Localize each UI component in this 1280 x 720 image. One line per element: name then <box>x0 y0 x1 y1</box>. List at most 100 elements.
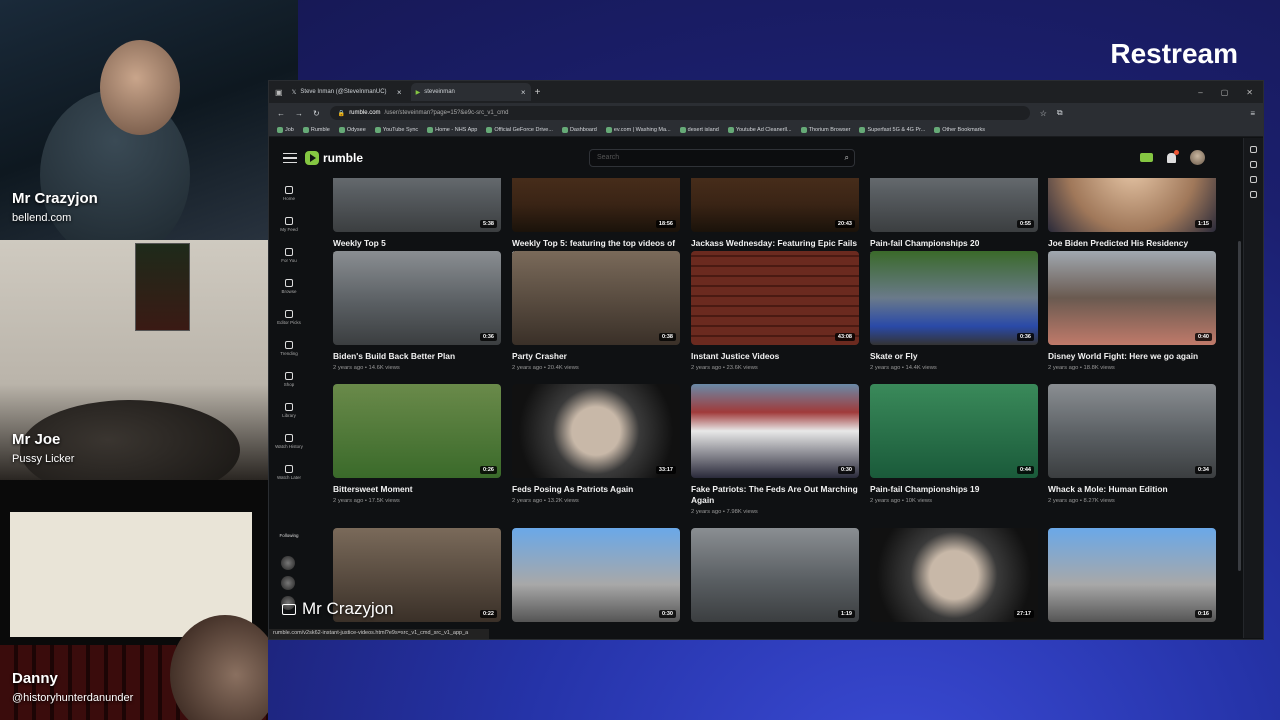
video-card[interactable]: 0:26 Bittersweet Moment 2 years ago • 17.5… <box>333 384 501 504</box>
sidebar-item[interactable]: For You <box>269 240 309 271</box>
forward-icon[interactable]: → <box>295 109 303 118</box>
tab-rumble[interactable]: ▶ steveinman × <box>410 83 531 101</box>
video-thumbnail[interactable]: 1:19 <box>691 528 859 622</box>
video-thumbnail[interactable]: 0:34 <box>1048 384 1216 478</box>
video-thumbnail[interactable]: 0:55 <box>870 178 1038 232</box>
video-card[interactable]: 0:40 Disney World Fight: Here we go again… <box>1048 251 1216 371</box>
video-card[interactable]: 0:30 <box>512 528 680 628</box>
video-title[interactable]: Instant Justice Videos <box>691 351 859 362</box>
sidebar-item[interactable]: My Feed <box>269 209 309 240</box>
sidebar-item[interactable]: Shop <box>269 364 309 395</box>
video-thumbnail[interactable]: 0:26 <box>333 384 501 478</box>
video-card[interactable]: 0:30 Fake Patriots: The Feds Are Out Marc… <box>691 384 859 515</box>
sidebar-item[interactable]: Watch Later <box>269 457 309 488</box>
close-tab-icon[interactable]: × <box>397 88 402 97</box>
new-tab-button[interactable]: + <box>535 87 541 98</box>
bookmark-item[interactable]: Home - NHS App <box>427 126 477 133</box>
sidebar-item[interactable]: Trending <box>269 333 309 364</box>
panel-icon-1[interactable] <box>1250 146 1257 153</box>
video-thumbnail[interactable]: 0:30 <box>691 384 859 478</box>
sidebar-item[interactable]: Home <box>269 178 309 209</box>
video-thumbnail[interactable]: 0:40 <box>1048 251 1216 345</box>
bookmark-item[interactable]: Superfast 5G & 4G Pr... <box>859 126 925 133</box>
search-input[interactable]: Search ⌕ <box>589 149 855 167</box>
rumble-logo[interactable]: rumble <box>305 151 363 165</box>
video-card[interactable]: 5:38Weekly Top 52 years ago • 3.92K view… <box>333 178 501 258</box>
video-title[interactable]: Whack a Mole: Human Edition <box>1048 484 1216 495</box>
sidebar-item[interactable]: Browse <box>269 271 309 302</box>
bookmark-item[interactable]: Other Bookmarks <box>934 126 985 133</box>
scrollbar[interactable] <box>1238 241 1241 571</box>
tab-steve-inman-x[interactable]: 𝕏 Steve Inman (@SteveInmanUC) × <box>287 83 407 101</box>
bookmark-item[interactable]: ev.com | Washing Ma... <box>605 126 671 133</box>
close-window-icon[interactable]: ✕ <box>1246 88 1253 97</box>
bookmark-item[interactable]: YouTube Sync <box>374 126 418 133</box>
reload-icon[interactable]: ↻ <box>313 109 320 118</box>
video-thumbnail[interactable]: 43:08 <box>691 251 859 345</box>
video-title[interactable]: Fake Patriots: The Feds Are Out Marching… <box>691 484 859 506</box>
bookmark-item[interactable]: Thorium Browser <box>800 126 850 133</box>
bookmark-item[interactable]: Dashboard <box>561 126 597 133</box>
bookmark-item[interactable]: Job <box>277 126 294 133</box>
video-card[interactable]: 0:44 Pain-fail Championships 19 2 years ag… <box>870 384 1038 504</box>
video-title[interactable]: Weekly Top 5 <box>333 238 501 249</box>
bookmark-item[interactable]: Odysee <box>338 126 366 133</box>
bookmark-item[interactable]: Official GeForce Drive... <box>486 126 553 133</box>
video-title[interactable]: Pain-fail Championships 19 <box>870 484 1038 495</box>
video-title[interactable]: Party Crasher <box>512 351 680 362</box>
video-card[interactable]: 0:34 Whack a Mole: Human Edition 2 years a… <box>1048 384 1216 504</box>
video-title[interactable]: Joe Biden Predicted His Residency <box>1048 238 1216 249</box>
search-icon[interactable]: ⌕ <box>845 153 849 163</box>
following-avatar[interactable] <box>281 556 295 570</box>
video-thumbnail[interactable]: 5:38 <box>333 178 501 232</box>
panel-icon-3[interactable] <box>1250 176 1257 183</box>
minimize-icon[interactable]: – <box>1198 88 1202 97</box>
video-card[interactable]: 27:17 <box>870 528 1038 628</box>
star-icon[interactable]: ☆ <box>1040 109 1047 118</box>
back-icon[interactable]: ← <box>277 109 285 118</box>
video-thumbnail[interactable]: 0:36 <box>333 251 501 345</box>
video-title[interactable]: Pain-fail Championships 20 <box>870 238 1038 249</box>
video-title[interactable]: Disney World Fight: Here we go again <box>1048 351 1216 362</box>
video-card[interactable]: 1:19 <box>691 528 859 628</box>
sidebar-item[interactable]: Watch History <box>269 426 309 457</box>
video-thumbnail[interactable]: 0:44 <box>870 384 1038 478</box>
video-card[interactable]: 0:36 Skate or Fly 2 years ago • 14.4K view… <box>870 251 1038 371</box>
sidebar-item[interactable]: Library <box>269 395 309 426</box>
video-thumbnail[interactable]: 27:17 <box>870 528 1038 622</box>
maximize-icon[interactable]: ▢ <box>1221 88 1229 97</box>
video-card[interactable]: 33:17 Feds Posing As Patriots Again 2 year… <box>512 384 680 504</box>
menu-icon[interactable]: ≡ <box>1250 109 1255 118</box>
user-avatar[interactable] <box>1190 150 1205 165</box>
following-avatar[interactable] <box>281 576 295 590</box>
url-field[interactable]: 🔒 rumble.com /user/steveinman?page=15?&e… <box>329 106 1030 120</box>
notifications-bell-icon[interactable] <box>1167 149 1179 163</box>
video-title[interactable]: Bittersweet Moment <box>333 484 501 495</box>
panel-icon-4[interactable] <box>1250 191 1257 198</box>
hamburger-menu-icon[interactable] <box>283 150 297 167</box>
video-title[interactable]: Feds Posing As Patriots Again <box>512 484 680 495</box>
sidebar-item[interactable]: Editor Picks <box>269 302 309 333</box>
video-thumbnail[interactable]: 0:36 <box>870 251 1038 345</box>
video-thumbnail[interactable]: 0:16 <box>1048 528 1216 622</box>
close-tab-icon[interactable]: × <box>521 88 526 97</box>
video-thumbnail[interactable]: 0:30 <box>512 528 680 622</box>
video-title[interactable]: Biden's Build Back Better Plan <box>333 351 501 362</box>
panel-icon-2[interactable] <box>1250 161 1257 168</box>
video-thumbnail[interactable]: 0:38 <box>512 251 680 345</box>
video-card[interactable]: 0:16 <box>1048 528 1216 628</box>
video-thumbnail[interactable]: 18:56 <box>512 178 680 232</box>
bookmark-item[interactable]: Youtube Ad Cleanerll... <box>727 126 792 133</box>
video-thumbnail[interactable]: 33:17 <box>512 384 680 478</box>
video-card[interactable]: 0:36 Biden's Build Back Better Plan 2 year… <box>333 251 501 371</box>
video-card[interactable]: 1:15Joe Biden Predicted His Residency2 y… <box>1048 178 1216 258</box>
video-card[interactable]: 0:55Pain-fail Championships 202 years ag… <box>870 178 1038 258</box>
upload-camera-icon[interactable] <box>1140 153 1153 162</box>
video-thumbnail[interactable]: 20:43 <box>691 178 859 232</box>
tab-list-icon[interactable]: ▣ <box>275 88 283 97</box>
bookmark-item[interactable]: Rumble <box>302 126 330 133</box>
bookmark-item[interactable]: desert island <box>679 126 719 133</box>
extensions-icon[interactable]: ⧉ <box>1057 108 1063 118</box>
video-title[interactable]: Skate or Fly <box>870 351 1038 362</box>
video-card[interactable]: 43:08 Instant Justice Videos 2 years ago •… <box>691 251 859 371</box>
